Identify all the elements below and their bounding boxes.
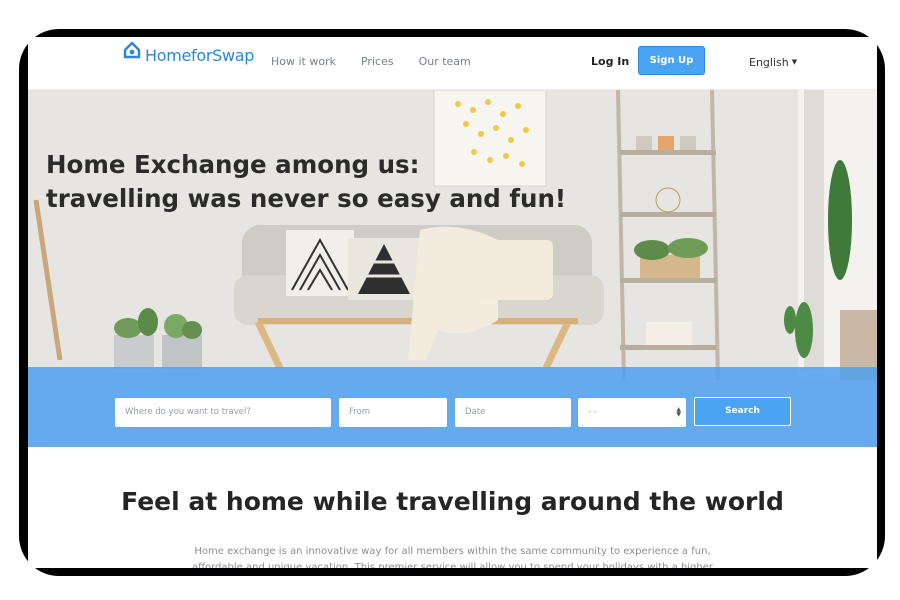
- caret-down-icon: ▼: [791, 58, 798, 66]
- hero-title-line-1: Home Exchange among us:: [46, 150, 420, 179]
- signup-button[interactable]: Sign Up: [638, 46, 705, 75]
- date-placeholder: Date: [465, 407, 486, 417]
- guests-select-value: - -: [588, 407, 597, 417]
- search-bar: Where do you want to travel? From Date -…: [28, 367, 877, 447]
- navbar: HomeforSwap How it work Prices Our team …: [28, 37, 877, 90]
- home-logo-icon: [122, 40, 142, 60]
- search-button[interactable]: Search: [694, 397, 791, 426]
- browser-screen: HomeforSwap How it work Prices Our team …: [28, 37, 877, 568]
- from-placeholder: From: [349, 407, 371, 417]
- hero-section: Home Exchange among us: travelling was n…: [28, 90, 877, 447]
- guests-select[interactable]: - - ▲ ▼: [578, 398, 686, 427]
- login-link[interactable]: Log In: [591, 55, 629, 68]
- hero-title-line-2: travelling was never so easy and fun!: [46, 184, 567, 213]
- language-label: English: [749, 56, 789, 69]
- logo[interactable]: HomeforSwap: [122, 41, 255, 65]
- nav-links: How it work Prices Our team: [271, 55, 496, 68]
- destination-input[interactable]: Where do you want to travel?: [115, 398, 331, 427]
- destination-placeholder: Where do you want to travel?: [125, 407, 251, 417]
- hero-title: Home Exchange among us: travelling was n…: [46, 148, 606, 216]
- from-input[interactable]: From: [339, 398, 447, 427]
- select-arrows-icon: ▲ ▼: [676, 406, 681, 418]
- nav-link-our-team[interactable]: Our team: [419, 55, 471, 68]
- section-title: Feel at home while travelling around the…: [121, 487, 784, 516]
- date-input[interactable]: Date: [455, 398, 571, 427]
- section-body: Home exchange is an innovative way for a…: [191, 546, 714, 568]
- language-selector[interactable]: English ▼: [749, 56, 797, 69]
- nav-link-prices[interactable]: Prices: [361, 55, 394, 68]
- nav-link-how-it-work[interactable]: How it work: [271, 55, 336, 68]
- brand-name: HomeforSwap: [145, 46, 255, 65]
